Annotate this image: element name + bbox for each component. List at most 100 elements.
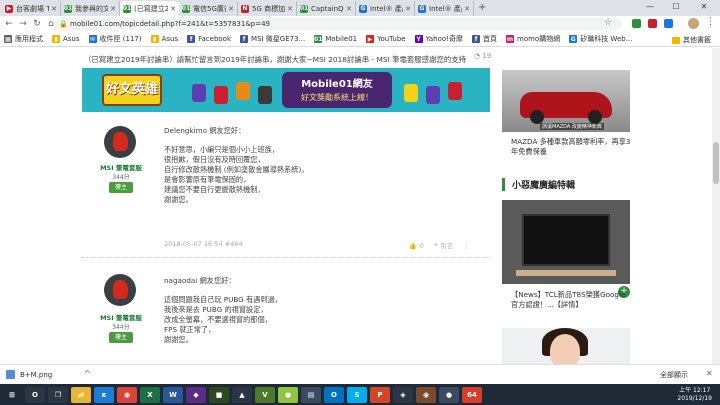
close-tab-icon[interactable]: ✕ [110, 5, 116, 13]
bookmark-item[interactable]: 01 Mobile01 [312, 35, 357, 43]
extension-icon[interactable] [648, 19, 657, 28]
car-ad-image[interactable]: 請讓MAZDA 改變精神新典 [502, 70, 630, 132]
close-tab-icon[interactable]: ✕ [170, 5, 176, 13]
tab[interactable]: 01電信5G廣告 - 小...✕ [179, 1, 238, 16]
promo-banner[interactable]: 好文英雄 Mobile01網友 好文獎勵系統上線！ [82, 68, 490, 112]
taskbar-app-icon[interactable]: ◆ [186, 386, 206, 403]
taskbar-app-icon[interactable]: W [163, 386, 183, 403]
bookmark-item[interactable]: ▦ 應用程式 [2, 34, 43, 44]
new-tab-button[interactable]: + [478, 1, 486, 16]
bookmark-item[interactable]: ▮ Asus [50, 35, 80, 43]
post-line: FPS 就正常了， [164, 325, 216, 334]
taskbar-app-icon[interactable]: O [324, 386, 344, 403]
url-input[interactable]: 🔒 mobile01.com/topicdetail.php?f=241&t=5… [54, 18, 622, 30]
close-tab-icon[interactable]: ✕ [464, 5, 470, 13]
extension-icon[interactable] [632, 19, 641, 28]
download-item[interactable]: B+M.png [6, 370, 52, 379]
chevron-up-icon[interactable]: ^ [84, 369, 91, 378]
more-options-icon[interactable]: ⋮ [464, 242, 471, 250]
taskbar-app-icon[interactable]: ● [439, 386, 459, 403]
other-bookmarks[interactable]: 其他書籤 [672, 35, 711, 45]
taskbar-app-icon[interactable]: S [347, 386, 367, 403]
taskbar-app-icon[interactable]: P [370, 386, 390, 403]
bookmark-item[interactable]: f Facebook [185, 35, 231, 43]
minimize-button[interactable]: — [640, 0, 660, 14]
close-tab-icon[interactable]: ✕ [287, 5, 293, 13]
forward-icon[interactable]: → [16, 19, 30, 29]
bookmark-item[interactable]: f 首頁 [470, 34, 497, 44]
like-icon[interactable]: 👍 [409, 242, 417, 250]
tab[interactable]: GIntel® 產品規格...✕ [415, 1, 474, 16]
bookmark-item[interactable]: ▶ YouTube [364, 35, 406, 43]
post-line: 我後來是去 PUBG 的視窗設定， [164, 305, 268, 314]
post-line: 建議您不要自行更變散熱機制， [164, 185, 265, 194]
taskbar-app-icon[interactable]: ● [278, 386, 298, 403]
avatar[interactable] [104, 274, 136, 306]
tab[interactable]: ▶台客劇場 TKstud...✕ [2, 1, 61, 16]
tab[interactable]: 01(已寫建立2019...✕ [120, 1, 179, 16]
taskbar-app-icon[interactable]: O [25, 386, 45, 403]
bookmark-item[interactable]: G 矽職科技 Web... [567, 34, 632, 44]
topic-headline[interactable]: （已寫建立2019年討論串）請幫忙留言到2019年討論串，謝謝大家~MSI 20… [84, 54, 494, 65]
profile-avatar[interactable] [688, 18, 699, 29]
wheel [530, 110, 544, 124]
close-tab-icon[interactable]: ✕ [346, 5, 352, 13]
post-username[interactable]: MSI 筆電套服 [82, 162, 160, 172]
taskbar-app-icon[interactable]: ■ [209, 386, 229, 403]
bookmark-favicon-icon: ▮ [150, 35, 159, 43]
bookmark-star-icon[interactable]: ☆ [604, 18, 612, 28]
bookmark-item[interactable]: f MSI 微星GE73... [238, 34, 305, 44]
bookmark-item[interactable]: ▮ Asus [149, 35, 178, 43]
tv-ad-image[interactable] [502, 200, 630, 284]
sidebar: 請讓MAZDA 改變精神新典 MAZDA 多種車款高額零利率，再享3年免費保養 … [502, 48, 632, 364]
close-tab-icon[interactable]: ✕ [228, 5, 234, 13]
bookmark-item[interactable]: Y Yahoo!奇摩 [413, 34, 463, 44]
quote-button[interactable]: 引言 [440, 242, 453, 250]
show-all-button[interactable]: 全部顯示 [660, 370, 688, 380]
close-tab-icon[interactable]: ✕ [405, 5, 411, 13]
wheel [588, 110, 602, 124]
post-username[interactable]: MSI 筆電套服 [82, 312, 160, 322]
maximize-button[interactable]: ☐ [666, 0, 686, 14]
scrollbar[interactable] [712, 48, 720, 364]
bookmark-item[interactable]: ✉ 收件匣 (117) [87, 34, 142, 44]
taskbar-app-icon[interactable]: ▲ [232, 386, 252, 403]
taskbar-app-icon[interactable]: ◉ [416, 386, 436, 403]
taskbar-app-icon[interactable]: 📁 [71, 386, 91, 403]
article-image[interactable] [502, 328, 630, 364]
extension-icon[interactable] [664, 19, 673, 28]
tab[interactable]: 01我參與的文章✕ [61, 1, 120, 16]
bookmark-favicon-icon: G [569, 35, 578, 43]
taskbar-app-icon[interactable]: ▤ [301, 386, 321, 403]
tab[interactable]: N5G 商標加速榜...✕ [238, 1, 297, 16]
close-icon[interactable]: ✕ [706, 369, 713, 378]
bookmark-label: Yahoo!奇摩 [425, 35, 463, 43]
bookmark-item[interactable]: m momo購物網 [504, 34, 560, 44]
close-window-button[interactable]: ✕ [694, 0, 714, 14]
taskbar-app-icon[interactable]: X [140, 386, 160, 403]
tab[interactable]: 01CaptainQQ的討論...✕ [297, 1, 356, 16]
taskbar-app-icon[interactable]: e [94, 386, 114, 403]
taskbar-app-icon[interactable]: ❐ [48, 386, 68, 403]
tab[interactable]: GIntel® 產品規格...✕ [356, 1, 415, 16]
taskbar-app-icon[interactable]: ◉ [117, 386, 137, 403]
taskbar-app-icon[interactable]: V [255, 386, 275, 403]
scrollbar-thumb[interactable] [713, 142, 719, 184]
close-tab-icon[interactable]: ✕ [51, 5, 57, 13]
taskbar-app-icon[interactable]: 64 [462, 386, 482, 403]
reload-icon[interactable]: ↻ [30, 19, 44, 29]
avatar[interactable] [104, 126, 136, 158]
bookmark-favicon-icon: f [472, 35, 480, 43]
bookmark-favicon-icon: ✉ [88, 35, 97, 43]
system-clock[interactable]: 上午 12:17 2019/12/19 [677, 387, 712, 403]
menu-icon[interactable]: ⋮ [706, 17, 715, 27]
taskbar-app-icon[interactable]: ⊞ [2, 386, 22, 403]
article-link[interactable]: 【News】TCL新品T8S榮獲Google官方認證！...【詳情】 [511, 290, 631, 310]
tab-label: 電信5G廣告 - 小... [193, 4, 226, 13]
ad-text-link[interactable]: MAZDA 多種車款高額零利率，再享3年免費保養 [511, 137, 631, 157]
taskbar-app-icon[interactable]: ◈ [393, 386, 413, 403]
post-line: 謝謝您。 [164, 195, 193, 204]
back-icon[interactable]: ← [2, 19, 16, 29]
pixel-character [258, 86, 272, 104]
quote-icon[interactable]: ❝ [434, 242, 438, 250]
